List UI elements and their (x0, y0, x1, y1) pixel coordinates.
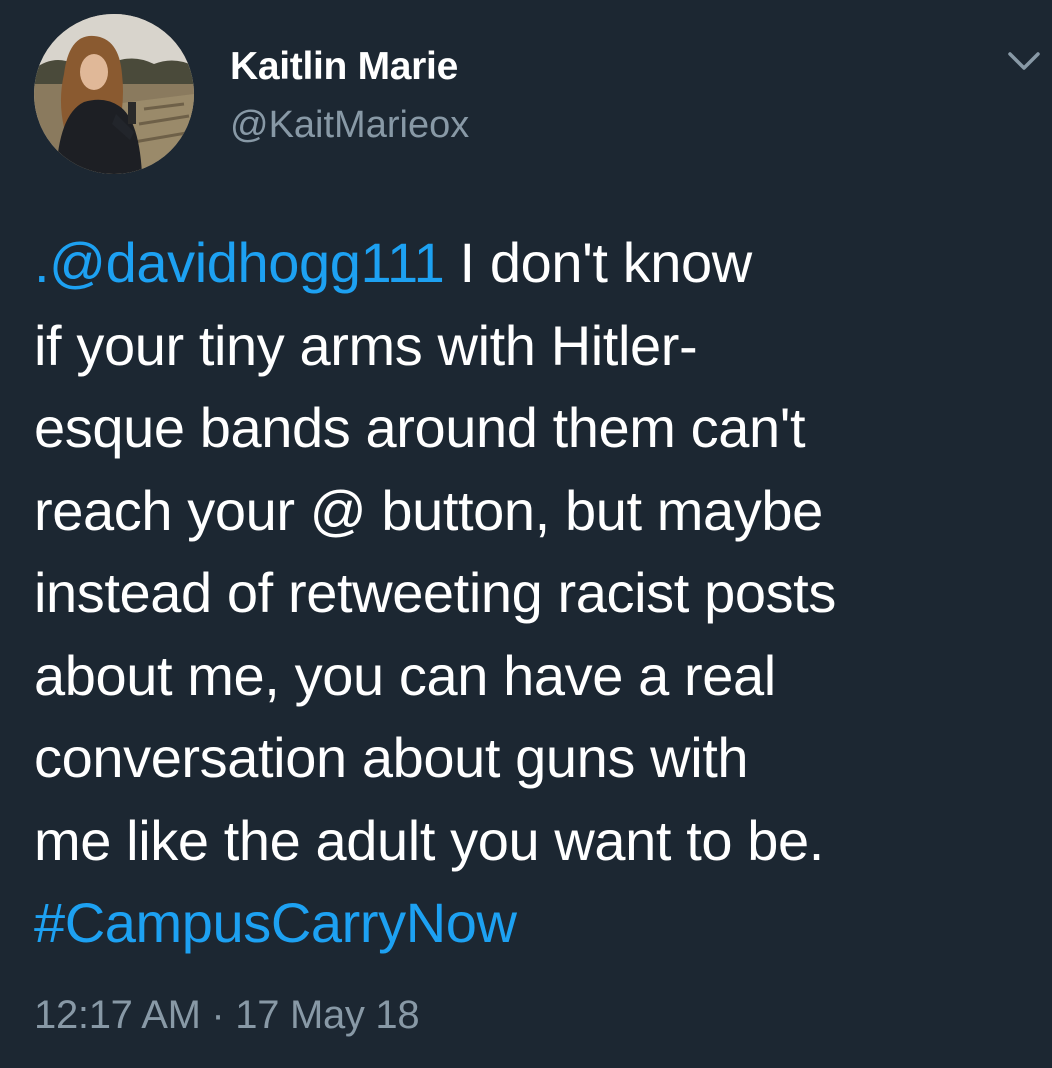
avatar-photo (34, 14, 194, 174)
display-name[interactable]: Kaitlin Marie (230, 44, 469, 90)
tweet-line: conversation about guns with (34, 726, 749, 789)
tweet-card: Kaitlin Marie @KaitMarieox .@davidhogg11… (0, 0, 1052, 1068)
tweet-line: .@davidhogg111 I don't know (34, 222, 1034, 305)
tweet-line: me like the adult you want to be. (34, 808, 824, 872)
tweet-line-text: I don't know (444, 231, 753, 294)
mention-link[interactable]: .@davidhogg111 (34, 231, 445, 294)
chevron-down-icon[interactable] (1006, 50, 1042, 74)
tweet-line: if your tiny arms with Hitler- (34, 313, 698, 377)
tweet-line: about me, you can have a real (34, 643, 776, 707)
tweet-line: #CampusCarryNow (34, 882, 1034, 965)
author-block: Kaitlin Marie @KaitMarieox (230, 44, 469, 148)
tweet-line: instead of retweeting racist posts (34, 561, 836, 624)
tweet-text: .@davidhogg111 I don't know if your tiny… (34, 222, 1034, 965)
timestamp[interactable]: 12:17 AM · 17 May 18 (34, 990, 420, 1040)
hashtag-link[interactable]: #CampusCarryNow (34, 891, 517, 954)
avatar[interactable] (34, 14, 194, 174)
tweet-line: esque bands around them can't (34, 396, 806, 459)
handle[interactable]: @KaitMarieox (230, 102, 469, 148)
tweet-line: reach your @ button, but maybe (34, 478, 823, 542)
